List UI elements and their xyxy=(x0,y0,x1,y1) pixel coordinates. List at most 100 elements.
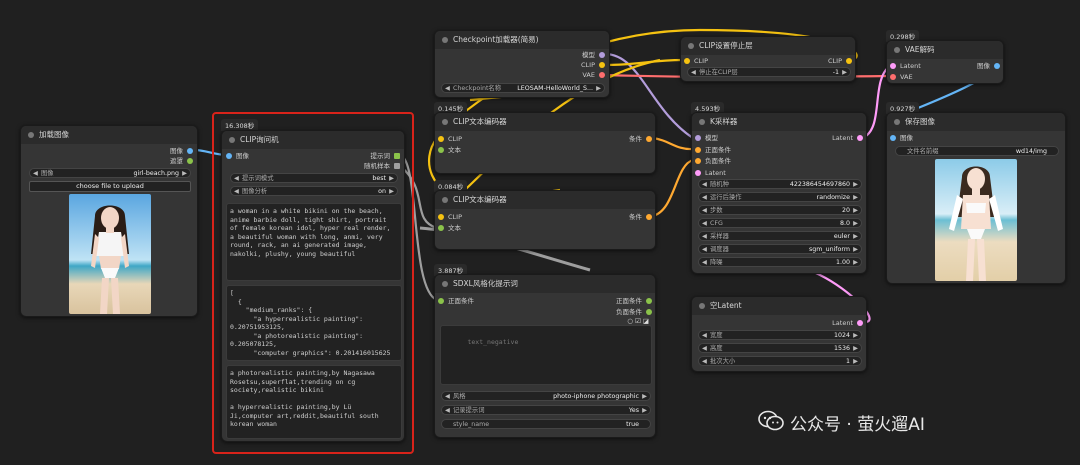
arrow-right-icon[interactable]: ▶ xyxy=(853,245,858,253)
input-text[interactable]: 文本 xyxy=(438,223,461,233)
steps-widget[interactable]: ◀ 步数 20 ▶ xyxy=(698,205,862,215)
styler-toggle-icons[interactable]: ○ ☑ ◪ xyxy=(627,317,649,325)
style-name-widget[interactable]: style_name true xyxy=(441,419,651,429)
height-widget[interactable]: ◀ 高度 1536 ▶ xyxy=(698,343,862,353)
output-conditioning-dot-icon[interactable] xyxy=(646,214,652,220)
arrow-right-icon[interactable]: ▶ xyxy=(853,357,858,365)
denoise-widget[interactable]: ◀ 降噪 1.00 ▶ xyxy=(698,257,862,267)
arrow-right-icon[interactable]: ▶ xyxy=(642,392,647,400)
arrow-left-icon[interactable]: ◀ xyxy=(702,344,707,352)
arrow-right-icon[interactable]: ▶ xyxy=(853,344,858,352)
output-mask[interactable]: 遮罩 xyxy=(170,156,193,166)
output-negative[interactable]: 负面条件 xyxy=(616,307,652,317)
output-clip[interactable]: CLIP xyxy=(828,56,852,66)
control-after-generate-widget[interactable]: ◀ 运行后操作 randomize ▶ xyxy=(698,192,862,202)
arrow-left-icon[interactable]: ◀ xyxy=(33,169,38,177)
input-model-dot-icon[interactable] xyxy=(695,135,701,141)
arrow-left-icon[interactable]: ◀ xyxy=(702,193,707,201)
clip-text-encode-1-title[interactable]: CLIP文本编码器 xyxy=(435,113,655,131)
ksampler-title[interactable]: K采样器 xyxy=(692,113,866,131)
cfg-widget[interactable]: ◀ CFG 8.0 ▶ xyxy=(698,218,862,228)
arrow-right-icon[interactable]: ▶ xyxy=(853,258,858,266)
checkpoint-name-widget[interactable]: ◀ Checkpoint名称 LEOSAM-HelloWorld_S... ▶ xyxy=(441,83,605,93)
output-latent[interactable]: Latent xyxy=(832,318,863,328)
output-image[interactable]: 图像 xyxy=(977,61,1000,71)
input-positive[interactable]: 正面条件 xyxy=(695,145,731,155)
output-mask-dot-icon[interactable] xyxy=(187,158,193,164)
arrow-left-icon[interactable]: ◀ xyxy=(445,406,450,414)
arrow-right-icon[interactable]: ▶ xyxy=(853,206,858,214)
vae-decode-title[interactable]: VAE解码 xyxy=(887,41,1003,59)
width-widget[interactable]: ◀ 宽度 1024 ▶ xyxy=(698,330,862,340)
collapse-dot-icon[interactable] xyxy=(894,47,900,53)
input-clip-dot-icon[interactable] xyxy=(684,58,690,64)
input-text-dot-icon[interactable] xyxy=(438,147,444,153)
output-negative-dot-icon[interactable] xyxy=(646,309,652,315)
arrow-right-icon[interactable]: ▶ xyxy=(853,331,858,339)
load-image-title[interactable]: 加载图像 xyxy=(21,126,197,144)
arrow-right-icon[interactable]: ▶ xyxy=(596,84,601,92)
arrow-right-icon[interactable]: ▶ xyxy=(853,232,858,240)
clip-text-encode-1-node[interactable]: CLIP文本编码器 CLIP 文本 条件 xyxy=(434,112,656,174)
input-positive[interactable]: 正面条件 xyxy=(438,296,474,306)
output-conditioning[interactable]: 条件 xyxy=(629,212,652,222)
input-image-dot-icon[interactable] xyxy=(890,135,896,141)
arrow-left-icon[interactable]: ◀ xyxy=(445,392,450,400)
arrow-right-icon[interactable]: ▶ xyxy=(182,169,187,177)
input-model[interactable]: 模型 xyxy=(695,133,718,143)
save-image-node[interactable]: 保存图像 图像 文件名前缀 wd14/img xyxy=(886,112,1066,284)
upload-button[interactable]: choose file to upload xyxy=(29,181,191,192)
load-image-node[interactable]: 加载图像 图像 遮罩 ◀ 图像 girl-beach.png ▶ choose … xyxy=(20,125,198,317)
arrow-right-icon[interactable]: ▶ xyxy=(842,68,847,76)
input-text[interactable]: 文本 xyxy=(438,145,461,155)
arrow-left-icon[interactable]: ◀ xyxy=(702,219,707,227)
arrow-left-icon[interactable]: ◀ xyxy=(702,180,707,188)
output-image-dot-icon[interactable] xyxy=(187,148,193,154)
clip-set-last-layer-title[interactable]: CLIP设置停止层 xyxy=(681,37,855,55)
output-model-dot-icon[interactable] xyxy=(599,52,605,58)
sampler-widget[interactable]: ◀ 采样器 euler ▶ xyxy=(698,231,862,241)
output-image-dot-icon[interactable] xyxy=(994,63,1000,69)
batch-size-widget[interactable]: ◀ 批次大小 1 ▶ xyxy=(698,356,862,366)
output-vae-dot-icon[interactable] xyxy=(599,72,605,78)
arrow-left-icon[interactable]: ◀ xyxy=(702,206,707,214)
arrow-left-icon[interactable]: ◀ xyxy=(702,258,707,266)
input-clip[interactable]: CLIP xyxy=(438,134,462,144)
checkpoint-loader-title[interactable]: Checkpoint加载器(简易) xyxy=(435,31,609,49)
clip-text-encode-2-title[interactable]: CLIP文本编码器 xyxy=(435,191,655,209)
collapse-dot-icon[interactable] xyxy=(688,43,694,49)
clip-text-encode-2-node[interactable]: CLIP文本编码器 CLIP 文本 条件 xyxy=(434,190,656,250)
collapse-dot-icon[interactable] xyxy=(442,119,448,125)
output-clip-dot-icon[interactable] xyxy=(599,62,605,68)
input-clip-dot-icon[interactable] xyxy=(438,214,444,220)
input-clip[interactable]: CLIP xyxy=(684,56,708,66)
style-widget[interactable]: ◀ 风格 photo-iphone photographic ▶ xyxy=(441,391,651,401)
collapse-dot-icon[interactable] xyxy=(699,119,705,125)
image-select-widget[interactable]: ◀ 图像 girl-beach.png ▶ xyxy=(29,168,191,178)
input-clip[interactable]: CLIP xyxy=(438,212,462,222)
input-latent[interactable]: Latent xyxy=(890,61,921,71)
clip-set-last-layer-node[interactable]: CLIP设置停止层 CLIP CLIP ◀ 停止在CLIP层 -1 ▶ xyxy=(680,36,856,82)
input-negative-dot-icon[interactable] xyxy=(695,158,701,164)
workflow-canvas[interactable]: 加载图像 图像 遮罩 ◀ 图像 girl-beach.png ▶ choose … xyxy=(0,0,1080,465)
collapse-dot-icon[interactable] xyxy=(28,132,34,138)
arrow-right-icon[interactable]: ▶ xyxy=(853,180,858,188)
ksampler-node[interactable]: K采样器 模型 正面条件 负面条件 Latent Latent ◀ 随机种 42… xyxy=(691,112,867,274)
vae-decode-node[interactable]: VAE解码 Latent VAE 图像 xyxy=(886,40,1004,84)
input-text-dot-icon[interactable] xyxy=(438,225,444,231)
save-image-title[interactable]: 保存图像 xyxy=(887,113,1065,131)
arrow-right-icon[interactable]: ▶ xyxy=(853,193,858,201)
output-image[interactable]: 图像 xyxy=(170,146,193,156)
input-clip-dot-icon[interactable] xyxy=(438,136,444,142)
arrow-left-icon[interactable]: ◀ xyxy=(702,232,707,240)
stop-layer-widget[interactable]: ◀ 停止在CLIP层 -1 ▶ xyxy=(687,67,851,77)
input-positive-dot-icon[interactable] xyxy=(438,298,444,304)
output-positive[interactable]: 正面条件 xyxy=(616,296,652,306)
output-vae[interactable]: VAE xyxy=(582,70,605,80)
collapse-dot-icon[interactable] xyxy=(894,119,900,125)
arrow-left-icon[interactable]: ◀ xyxy=(445,84,450,92)
input-latent[interactable]: Latent xyxy=(695,168,726,178)
empty-latent-node[interactable]: 空Latent Latent ◀ 宽度 1024 ▶ ◀ 高度 1536 ▶ ◀… xyxy=(691,296,867,372)
output-latent-dot-icon[interactable] xyxy=(857,135,863,141)
input-negative[interactable]: 负面条件 xyxy=(695,156,731,166)
